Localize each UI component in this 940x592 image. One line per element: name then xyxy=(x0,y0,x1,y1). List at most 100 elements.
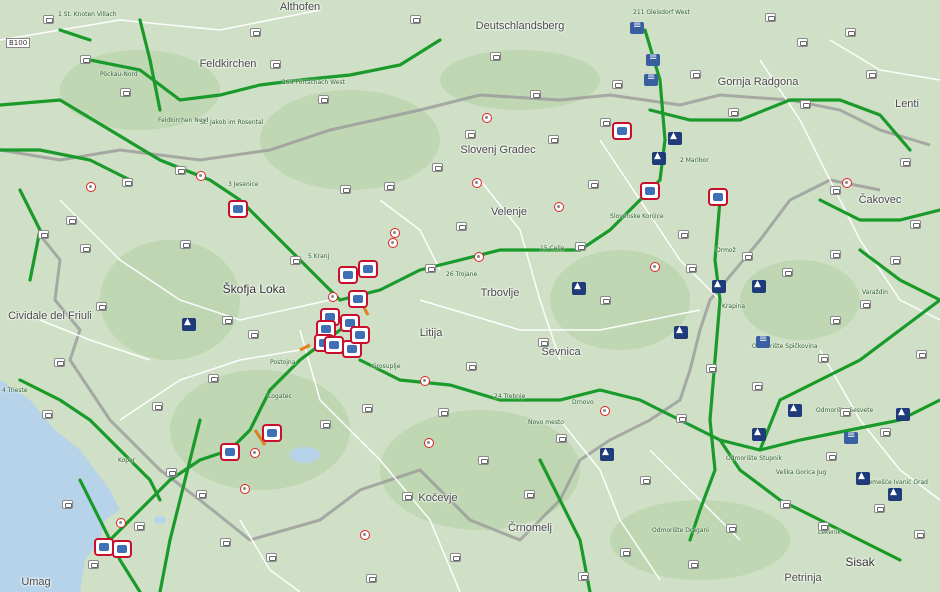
traffic-camera-icon[interactable] xyxy=(538,338,549,347)
info-board-icon[interactable] xyxy=(844,430,858,444)
warning-sign-icon[interactable] xyxy=(600,447,614,461)
traffic-incident-icon[interactable] xyxy=(220,443,240,461)
traffic-incident-icon[interactable] xyxy=(228,200,248,218)
warning-sign-icon[interactable] xyxy=(712,279,726,293)
traffic-camera-icon[interactable] xyxy=(690,70,701,79)
traffic-camera-icon[interactable] xyxy=(916,350,927,359)
weather-station-icon[interactable] xyxy=(472,178,482,188)
weather-station-icon[interactable] xyxy=(474,252,484,262)
traffic-camera-icon[interactable] xyxy=(830,186,841,195)
weather-station-icon[interactable] xyxy=(86,182,96,192)
traffic-camera-icon[interactable] xyxy=(208,374,219,383)
traffic-camera-icon[interactable] xyxy=(840,408,851,417)
weather-station-icon[interactable] xyxy=(424,438,434,448)
traffic-camera-icon[interactable] xyxy=(900,158,911,167)
traffic-camera-icon[interactable] xyxy=(688,560,699,569)
traffic-camera-icon[interactable] xyxy=(62,500,73,509)
traffic-camera-icon[interactable] xyxy=(874,504,885,513)
traffic-camera-icon[interactable] xyxy=(248,330,259,339)
info-board-icon[interactable] xyxy=(630,20,644,34)
traffic-camera-icon[interactable] xyxy=(88,560,99,569)
traffic-camera-icon[interactable] xyxy=(826,452,837,461)
traffic-camera-icon[interactable] xyxy=(425,264,436,273)
traffic-camera-icon[interactable] xyxy=(600,118,611,127)
traffic-camera-icon[interactable] xyxy=(728,108,739,117)
traffic-camera-icon[interactable] xyxy=(490,52,501,61)
traffic-camera-icon[interactable] xyxy=(910,220,921,229)
traffic-camera-icon[interactable] xyxy=(318,95,329,104)
traffic-camera-icon[interactable] xyxy=(588,180,599,189)
traffic-incident-icon[interactable] xyxy=(708,188,728,206)
warning-sign-icon[interactable] xyxy=(752,427,766,441)
weather-station-icon[interactable] xyxy=(842,178,852,188)
traffic-camera-icon[interactable] xyxy=(43,15,54,24)
traffic-camera-icon[interactable] xyxy=(290,256,301,265)
traffic-camera-icon[interactable] xyxy=(620,548,631,557)
traffic-incident-icon[interactable] xyxy=(358,260,378,278)
traffic-camera-icon[interactable] xyxy=(438,408,449,417)
traffic-camera-icon[interactable] xyxy=(575,242,586,251)
weather-station-icon[interactable] xyxy=(420,376,430,386)
traffic-camera-icon[interactable] xyxy=(320,420,331,429)
traffic-camera-icon[interactable] xyxy=(250,28,261,37)
traffic-camera-icon[interactable] xyxy=(797,38,808,47)
traffic-incident-icon[interactable] xyxy=(324,336,344,354)
traffic-camera-icon[interactable] xyxy=(800,100,811,109)
weather-station-icon[interactable] xyxy=(360,530,370,540)
traffic-camera-icon[interactable] xyxy=(818,522,829,531)
weather-station-icon[interactable] xyxy=(388,238,398,248)
weather-station-icon[interactable] xyxy=(390,228,400,238)
traffic-incident-icon[interactable] xyxy=(262,424,282,442)
warning-sign-icon[interactable] xyxy=(752,279,766,293)
traffic-camera-icon[interactable] xyxy=(478,456,489,465)
traffic-camera-icon[interactable] xyxy=(266,553,277,562)
traffic-camera-icon[interactable] xyxy=(432,163,443,172)
traffic-camera-icon[interactable] xyxy=(676,414,687,423)
traffic-camera-icon[interactable] xyxy=(450,553,461,562)
traffic-camera-icon[interactable] xyxy=(166,468,177,477)
traffic-camera-icon[interactable] xyxy=(410,15,421,24)
weather-station-icon[interactable] xyxy=(328,292,338,302)
weather-station-icon[interactable] xyxy=(554,202,564,212)
traffic-camera-icon[interactable] xyxy=(362,404,373,413)
traffic-camera-icon[interactable] xyxy=(880,428,891,437)
traffic-camera-icon[interactable] xyxy=(152,402,163,411)
warning-sign-icon[interactable] xyxy=(182,317,196,331)
warning-sign-icon[interactable] xyxy=(888,487,902,501)
traffic-camera-icon[interactable] xyxy=(578,572,589,581)
warning-sign-icon[interactable] xyxy=(668,131,682,145)
traffic-camera-icon[interactable] xyxy=(466,362,477,371)
traffic-camera-icon[interactable] xyxy=(524,490,535,499)
traffic-camera-icon[interactable] xyxy=(600,296,611,305)
map-view[interactable]: Althofen Deutschlandsberg Feldkirchen Go… xyxy=(0,0,940,592)
traffic-incident-icon[interactable] xyxy=(338,266,358,284)
traffic-camera-icon[interactable] xyxy=(678,230,689,239)
traffic-camera-icon[interactable] xyxy=(175,166,186,175)
traffic-camera-icon[interactable] xyxy=(818,354,829,363)
traffic-camera-icon[interactable] xyxy=(196,490,207,499)
traffic-camera-icon[interactable] xyxy=(548,135,559,144)
warning-sign-icon[interactable] xyxy=(856,471,870,485)
weather-station-icon[interactable] xyxy=(116,518,126,528)
traffic-incident-icon[interactable] xyxy=(348,290,368,308)
traffic-camera-icon[interactable] xyxy=(465,130,476,139)
traffic-camera-icon[interactable] xyxy=(640,476,651,485)
warning-sign-icon[interactable] xyxy=(674,325,688,339)
traffic-incident-icon[interactable] xyxy=(94,538,114,556)
traffic-camera-icon[interactable] xyxy=(134,522,145,531)
traffic-camera-icon[interactable] xyxy=(402,492,413,501)
info-board-icon[interactable] xyxy=(646,52,660,66)
traffic-incident-icon[interactable] xyxy=(640,182,660,200)
traffic-camera-icon[interactable] xyxy=(706,364,717,373)
warning-sign-icon[interactable] xyxy=(788,403,802,417)
traffic-camera-icon[interactable] xyxy=(830,250,841,259)
traffic-camera-icon[interactable] xyxy=(270,60,281,69)
warning-sign-icon[interactable] xyxy=(896,407,910,421)
traffic-camera-icon[interactable] xyxy=(752,382,763,391)
traffic-camera-icon[interactable] xyxy=(890,256,901,265)
traffic-camera-icon[interactable] xyxy=(222,316,233,325)
traffic-camera-icon[interactable] xyxy=(220,538,231,547)
traffic-camera-icon[interactable] xyxy=(765,13,776,22)
weather-station-icon[interactable] xyxy=(482,113,492,123)
traffic-camera-icon[interactable] xyxy=(860,300,871,309)
